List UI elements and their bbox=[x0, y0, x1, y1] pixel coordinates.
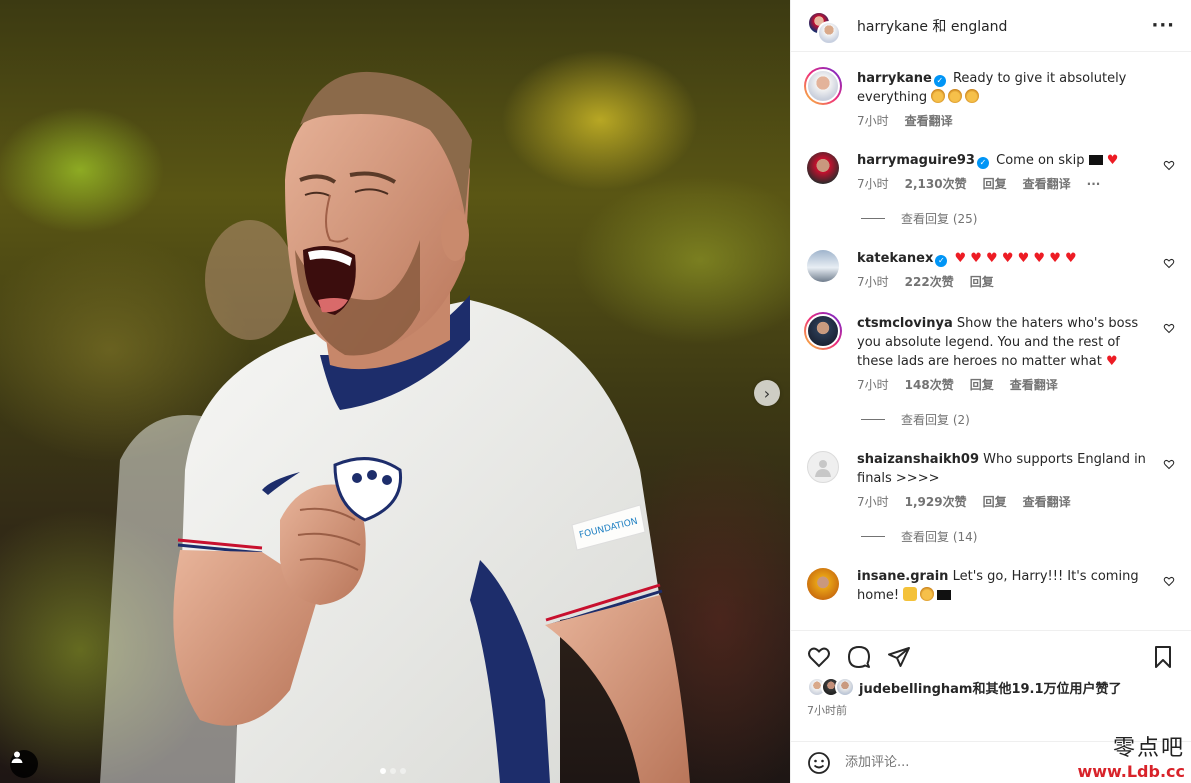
caption: harrykane ✓ Ready to give it absolutely e… bbox=[804, 67, 1175, 129]
like-heart-icon[interactable] bbox=[1163, 458, 1175, 470]
action-buttons bbox=[807, 631, 1175, 683]
reply-button[interactable]: 回复 bbox=[970, 376, 994, 393]
collab-avatars[interactable] bbox=[807, 9, 841, 45]
carousel-dot bbox=[380, 768, 386, 774]
comment-username[interactable]: shaizanshaikh09 bbox=[857, 452, 979, 467]
translate-link[interactable]: 查看翻译 bbox=[1010, 376, 1058, 393]
carousel-dot bbox=[400, 768, 406, 774]
divider bbox=[861, 536, 885, 537]
story-ring-avatar[interactable] bbox=[804, 67, 842, 105]
avatar[interactable] bbox=[807, 152, 839, 184]
like-count[interactable]: 148次赞 bbox=[905, 376, 954, 393]
carousel-dots bbox=[380, 768, 406, 774]
view-replies-button[interactable]: 查看回复 (14) bbox=[861, 528, 1175, 545]
avatar[interactable] bbox=[807, 250, 839, 282]
lion-emoji-icon bbox=[920, 587, 935, 601]
comment-username[interactable]: insane.grain bbox=[857, 569, 948, 584]
comments-list: harrykane ✓ Ready to give it absolutely e… bbox=[791, 57, 1191, 630]
like-count[interactable]: 2,130次赞 bbox=[905, 175, 967, 192]
reply-button[interactable]: 回复 bbox=[983, 175, 1007, 192]
black-flag-emoji-icon bbox=[937, 590, 952, 600]
comment-input[interactable] bbox=[845, 755, 1065, 770]
reply-button[interactable]: 回复 bbox=[970, 273, 994, 290]
post-header: harrykane 和 england ··· bbox=[791, 0, 1191, 52]
emoji-picker-icon[interactable] bbox=[807, 751, 831, 775]
site-watermark: 零点吧 www.Ldb.cc bbox=[1077, 730, 1185, 781]
comment-item: insane.grain Let's go, Harry!!! It's com… bbox=[807, 567, 1175, 605]
like-count[interactable]: 1,929次赞 bbox=[905, 493, 967, 510]
caption-username[interactable]: harrykane bbox=[857, 71, 932, 86]
black-flag-emoji-icon bbox=[1088, 155, 1103, 165]
like-heart-icon[interactable] bbox=[1163, 159, 1175, 171]
comment-bubble-icon[interactable] bbox=[847, 645, 871, 669]
lion-emoji-icon bbox=[965, 89, 980, 103]
likes-count[interactable]: judebellingham和其他19.1万位用户赞了 bbox=[859, 678, 1122, 697]
reply-button[interactable]: 回复 bbox=[983, 493, 1007, 510]
like-heart-icon[interactable] bbox=[807, 645, 831, 669]
like-heart-icon[interactable] bbox=[1163, 257, 1175, 269]
like-heart-icon[interactable] bbox=[1163, 575, 1175, 587]
comment-time[interactable]: 7小时 bbox=[857, 273, 889, 290]
like-count[interactable]: 222次赞 bbox=[905, 273, 954, 290]
like-heart-icon[interactable] bbox=[1163, 322, 1175, 334]
comment-item: shaizanshaikh09 Who supports England in … bbox=[807, 450, 1175, 510]
avatar[interactable] bbox=[807, 568, 839, 600]
comment-item: katekanex ✓ ♥ ♥ ♥ ♥ ♥ ♥ ♥ ♥ 7小时 222次赞 回复 bbox=[807, 249, 1175, 290]
red-heart-emoji-icon: ♥ bbox=[1105, 354, 1118, 369]
translate-link[interactable]: 查看翻译 bbox=[1023, 175, 1071, 192]
view-replies-button[interactable]: 查看回复 (2) bbox=[861, 411, 1175, 428]
more-options-icon[interactable]: ··· bbox=[1151, 15, 1175, 36]
red-heart-emoji-icon: ♥ bbox=[1106, 153, 1119, 168]
verified-badge-icon: ✓ bbox=[933, 75, 946, 87]
post-authors[interactable]: harrykane 和 england bbox=[857, 16, 1151, 36]
liker-avatars bbox=[807, 677, 857, 697]
bookmark-icon[interactable] bbox=[1151, 645, 1175, 669]
divider bbox=[861, 419, 885, 420]
story-ring-avatar[interactable] bbox=[804, 312, 842, 350]
tagged-users-button[interactable] bbox=[10, 750, 38, 778]
post-side-panel: harrykane 和 england ··· harrykane ✓ Ready… bbox=[790, 0, 1191, 783]
chevron-right-icon: › bbox=[763, 383, 771, 403]
divider bbox=[861, 218, 885, 219]
comment-item: ctsmclovinya Show the haters who's boss … bbox=[804, 312, 1175, 393]
default-avatar-icon[interactable] bbox=[807, 451, 839, 483]
comment-text: Come on skip bbox=[996, 153, 1085, 168]
red-hearts-emoji-icon: ♥ ♥ ♥ ♥ ♥ ♥ ♥ ♥ bbox=[954, 251, 1077, 266]
comment-time[interactable]: 7小时 bbox=[857, 175, 889, 192]
comment-username[interactable]: harrymaguire93 bbox=[857, 153, 975, 168]
raised-hands-emoji-icon bbox=[903, 587, 918, 601]
view-replies-label: 查看回复 (2) bbox=[901, 413, 970, 427]
translate-link[interactable]: 查看翻译 bbox=[1023, 493, 1071, 510]
comment-time[interactable]: 7小时 bbox=[857, 493, 889, 510]
carousel-dot bbox=[390, 768, 396, 774]
lion-emoji-icon bbox=[948, 89, 963, 103]
user-icon bbox=[11, 751, 23, 763]
verified-badge-icon: ✓ bbox=[935, 255, 948, 267]
view-replies-label: 查看回复 (25) bbox=[901, 212, 978, 226]
post-photo[interactable]: FOUNDATION › bbox=[0, 0, 790, 783]
lion-emoji-icon bbox=[931, 89, 946, 103]
post-time[interactable]: 7小时前 bbox=[807, 702, 1175, 718]
post-actions: judebellingham和其他19.1万位用户赞了 7小时前 bbox=[791, 630, 1191, 718]
view-replies-button[interactable]: 查看回复 (25) bbox=[861, 210, 1175, 227]
watermark-url: www.Ldb.cc bbox=[1077, 762, 1185, 781]
verified-badge-icon: ✓ bbox=[976, 157, 989, 169]
view-replies-label: 查看回复 (14) bbox=[901, 530, 978, 544]
translate-link[interactable]: 查看翻译 bbox=[905, 112, 953, 129]
comment-item: harrymaguire93 ✓ Come on skip ♥ 7小时 2,130… bbox=[807, 151, 1175, 192]
comment-username[interactable]: ctsmclovinya bbox=[857, 316, 953, 331]
comment-time[interactable]: 7小时 bbox=[857, 112, 889, 129]
likes-summary[interactable]: judebellingham和其他19.1万位用户赞了 bbox=[807, 677, 1175, 697]
watermark-title: 零点吧 bbox=[1112, 736, 1185, 761]
carousel-next-button[interactable]: › bbox=[754, 380, 780, 406]
comment-username[interactable]: katekanex bbox=[857, 251, 933, 266]
share-send-icon[interactable] bbox=[887, 645, 911, 669]
comment-time[interactable]: 7小时 bbox=[857, 376, 889, 393]
player-illustration: FOUNDATION bbox=[100, 71, 690, 783]
avatar bbox=[817, 20, 841, 45]
comment-more-icon[interactable]: ··· bbox=[1087, 177, 1101, 191]
